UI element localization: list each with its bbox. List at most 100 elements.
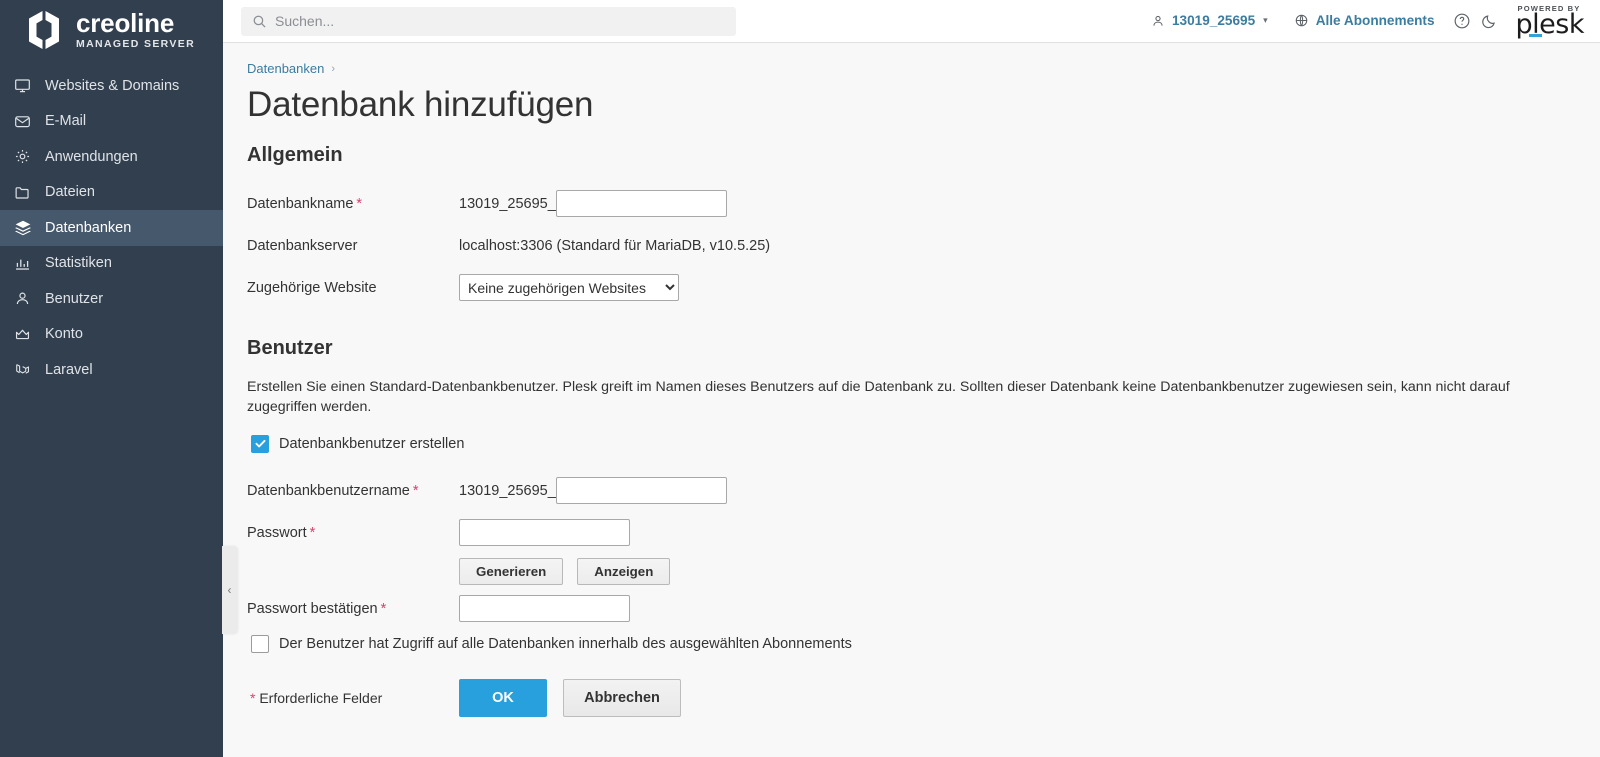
form-row-password: Passwort *: [247, 513, 1600, 553]
form-row-password-confirm: Passwort bestätigen *: [247, 589, 1600, 629]
sidebar-item-files[interactable]: Dateien: [0, 175, 223, 211]
related-website-select[interactable]: Keine zugehörigen Websites: [459, 274, 679, 301]
required-marker: *: [309, 524, 316, 541]
breadcrumb-item-databases[interactable]: Datenbanken: [247, 61, 324, 76]
sidebar-item-email[interactable]: E-Mail: [0, 104, 223, 140]
sidebar-item-account[interactable]: Konto: [0, 317, 223, 353]
required-fields-note: * Erforderliche Felder: [247, 690, 459, 706]
monitor-icon: [13, 76, 32, 95]
sidebar-item-statistics[interactable]: Statistiken: [0, 246, 223, 282]
sidebar-item-laravel[interactable]: Laravel: [0, 352, 223, 388]
access-all-databases-checkbox-row: Der Benutzer hat Zugriff auf alle Datenb…: [251, 634, 1600, 653]
ok-button[interactable]: OK: [459, 678, 547, 717]
header-actions: 13019_25695 ▾ Alle Abonnements POWERED B…: [1138, 4, 1586, 38]
sidebar-item-users[interactable]: Benutzer: [0, 281, 223, 317]
access-all-databases-checkbox[interactable]: [251, 634, 269, 653]
create-db-user-label[interactable]: Datenbankbenutzer erstellen: [279, 436, 464, 452]
form-row-database-name: Datenbankname * 13019_25695_: [247, 184, 1600, 224]
database-server-field: localhost:3306 (Standard für MariaDB, v1…: [459, 238, 770, 254]
chevron-down-icon: ▾: [1263, 15, 1268, 26]
sidebar-item-label: Websites & Domains: [45, 77, 180, 94]
sidebar-item-label: E-Mail: [45, 113, 87, 130]
subscriptions-link[interactable]: Alle Abonnements: [1281, 13, 1448, 28]
sidebar-item-label: Datenbanken: [45, 219, 132, 236]
chevron-left-icon: ‹: [227, 583, 232, 597]
sidebar-item-label: Statistiken: [45, 255, 112, 272]
crown-icon: [13, 325, 32, 344]
breadcrumb-separator-icon: ›: [331, 62, 336, 75]
creoline-hexagon-icon: [22, 9, 66, 51]
sidebar-collapse-handle[interactable]: ‹: [222, 546, 237, 634]
database-name-input[interactable]: [555, 190, 727, 217]
search-input[interactable]: [275, 13, 725, 29]
plesk-logo: POWERED BY plesk: [1515, 4, 1585, 41]
user-section-description: Erstellen Sie einen Standard-Datenbankbe…: [247, 378, 1510, 416]
search-icon: [252, 14, 267, 29]
sidebar-item-label: Benutzer: [45, 290, 104, 307]
plesk-wordmark: plesk: [1515, 9, 1585, 41]
plesk-accent-underline: [1528, 33, 1542, 37]
help-circle-icon[interactable]: [1448, 7, 1476, 35]
show-password-button[interactable]: Anzeigen: [577, 557, 671, 585]
form-row-related-website: Zugehörige Website Keine zugehörigen Web…: [247, 268, 1600, 308]
database-username-prefix: 13019_25695_: [459, 482, 556, 499]
sidebar: creoline MANAGED SERVER Websites & Domai…: [0, 0, 237, 757]
database-server-label: Datenbankserver: [247, 237, 358, 254]
folder-icon: [13, 183, 32, 202]
account-label: 13019_25695: [1171, 13, 1256, 29]
required-marker: *: [250, 689, 256, 706]
page-title: Datenbank hinzufügen: [247, 85, 594, 124]
required-marker: *: [380, 600, 387, 617]
brand-logo[interactable]: creoline MANAGED SERVER: [0, 0, 223, 60]
brand-name: creoline: [76, 8, 175, 39]
password-field: [459, 519, 630, 547]
password-confirm-input[interactable]: [459, 595, 630, 623]
password-confirm-field: [459, 595, 630, 623]
create-db-user-checkbox[interactable]: [251, 434, 269, 453]
user-icon: [13, 289, 32, 308]
generate-password-button[interactable]: Generieren: [459, 557, 564, 585]
database-username-field: 13019_25695_: [459, 477, 727, 505]
password-confirm-label-text: Passwort bestätigen: [247, 600, 378, 617]
database-layers-icon: [13, 218, 32, 237]
password-input[interactable]: [459, 519, 630, 547]
envelope-icon: [13, 112, 32, 131]
password-confirm-label: Passwort bestätigen *: [247, 601, 459, 617]
breadcrumb: Datenbanken ›: [247, 61, 1600, 76]
account-menu[interactable]: 13019_25695 ▾: [1138, 13, 1281, 28]
app-root: creoline MANAGED SERVER Websites & Domai…: [0, 0, 1600, 757]
database-name-label-text: Datenbankname: [247, 195, 354, 212]
database-name-field: 13019_25695_: [459, 190, 727, 217]
sidebar-item-applications[interactable]: Anwendungen: [0, 139, 223, 175]
password-actions: Generieren Anzeigen: [459, 557, 1600, 585]
required-marker: *: [412, 482, 419, 499]
plesk-wordmark-text: plesk: [1515, 9, 1585, 41]
moon-icon[interactable]: [1476, 7, 1504, 35]
sidebar-item-databases[interactable]: Datenbanken: [0, 210, 223, 246]
access-all-databases-label[interactable]: Der Benutzer hat Zugriff auf alle Datenb…: [279, 636, 852, 652]
password-label-text: Passwort: [247, 524, 307, 541]
cancel-button[interactable]: Abbrechen: [563, 678, 681, 717]
main-area: 13019_25695 ▾ Alle Abonnements: [223, 0, 1600, 757]
form-row-database-username: Datenbankbenutzername * 13019_25695_: [247, 471, 1600, 511]
sidebar-nav: Websites & Domains E-Mail Anwendungen Da…: [0, 68, 223, 388]
form-footer: * Erforderliche Felder OK Abbrechen: [247, 678, 1600, 717]
bar-chart-icon: [13, 254, 32, 273]
laravel-icon: [13, 360, 32, 379]
brand-subtitle: MANAGED SERVER: [76, 38, 196, 51]
database-name-prefix: 13019_25695_: [459, 195, 556, 212]
sidebar-item-websites-domains[interactable]: Websites & Domains: [0, 68, 223, 104]
globe-icon: [1294, 13, 1309, 28]
database-name-label: Datenbankname *: [247, 196, 459, 212]
related-website-field: Keine zugehörigen Websites: [459, 274, 679, 301]
database-server-value: localhost:3306 (Standard für MariaDB, v1…: [459, 237, 771, 254]
required-marker: *: [356, 195, 363, 212]
sidebar-item-label: Konto: [45, 326, 83, 343]
related-website-label: Zugehörige Website: [247, 279, 377, 296]
search-box[interactable]: [241, 6, 736, 36]
database-username-input[interactable]: [555, 477, 727, 505]
gear-icon: [13, 147, 32, 166]
password-label: Passwort *: [247, 525, 459, 541]
sidebar-item-label: Dateien: [45, 184, 95, 201]
required-fields-text: Erforderliche Felder: [259, 689, 383, 706]
